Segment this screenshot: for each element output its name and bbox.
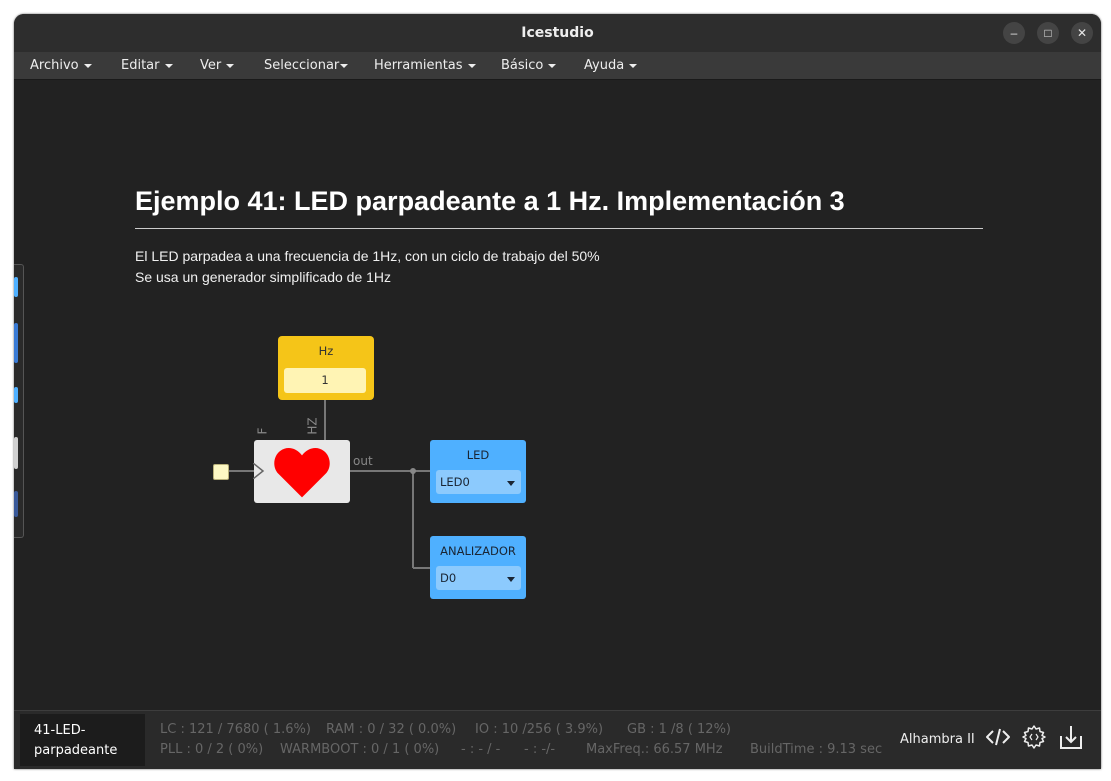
- chevron-down-icon: [507, 481, 515, 486]
- stat-buildtime: BuildTime : 9.13 sec: [750, 742, 883, 757]
- chevron-down-icon: [507, 577, 515, 582]
- stat-ram: RAM : 0 / 32 ( 0.0%): [326, 722, 457, 737]
- title-divider: [135, 228, 983, 229]
- side-tool-icon[interactable]: [14, 277, 18, 297]
- stat-warmboot: WARMBOOT : 0 / 1 ( 0%): [280, 742, 440, 757]
- caret-down-icon: [467, 63, 476, 68]
- menu-label: Básico: [501, 58, 544, 73]
- menu-label: Ayuda: [584, 58, 625, 73]
- caret-down-icon: [164, 63, 173, 68]
- menu-basico[interactable]: Básico: [501, 58, 557, 73]
- hz-value-input[interactable]: 1: [284, 368, 366, 393]
- menu-seleccionar[interactable]: Seleccionar: [264, 58, 349, 73]
- led-pin-value: LED0: [440, 475, 470, 489]
- menu-label: Ver: [200, 58, 222, 73]
- side-tool-icon[interactable]: [14, 387, 18, 403]
- status-bar: 41-LED- parpadeante LC : 121 / 7680 ( 1.…: [14, 710, 1101, 769]
- settings-gear-icon[interactable]: [1020, 723, 1048, 751]
- caret-down-icon: [340, 63, 349, 68]
- menu-label: Archivo: [30, 58, 79, 73]
- side-tool-icon[interactable]: [14, 437, 18, 469]
- description-line-1: El LED parpadea a una frecuencia de 1Hz,…: [135, 248, 600, 264]
- menu-label: Seleccionar: [264, 58, 340, 73]
- stat-io: IO : 10 /256 ( 3.9%): [475, 722, 604, 737]
- side-tool-icon[interactable]: [14, 323, 18, 363]
- menu-editar[interactable]: Editar: [121, 58, 173, 73]
- close-button[interactable]: ✕: [1071, 22, 1093, 44]
- description-line-2: Se usa un generador simplificado de 1Hz: [135, 269, 392, 285]
- caret-down-icon: [226, 63, 235, 68]
- board-selector[interactable]: Alhambra II: [900, 732, 975, 747]
- stat-pll: PLL : 0 / 2 ( 0%): [160, 742, 264, 757]
- analyzer-output-block[interactable]: ANALIZADOR D0: [430, 536, 526, 599]
- title-bar: Icestudio – □ ✕: [14, 14, 1101, 52]
- menu-ayuda[interactable]: Ayuda: [584, 58, 638, 73]
- side-toolbar[interactable]: [14, 264, 24, 538]
- port-label-out: out: [353, 454, 373, 468]
- caret-down-icon: [83, 63, 92, 68]
- port-label-hz: HZ: [305, 417, 320, 435]
- code-icon[interactable]: [984, 723, 1012, 751]
- caret-down-icon: [548, 63, 557, 68]
- led-output-block[interactable]: LED LED0: [430, 440, 526, 503]
- stat-misc-2: - : -/-: [524, 742, 556, 757]
- window-title: Icestudio: [521, 25, 594, 41]
- analyzer-pin-select[interactable]: D0: [436, 566, 521, 590]
- download-icon[interactable]: [1057, 723, 1085, 751]
- maximize-button[interactable]: □: [1037, 22, 1059, 44]
- menu-herramientas[interactable]: Herramientas: [374, 58, 476, 73]
- stat-gb: GB : 1 /8 ( 12%): [627, 722, 731, 737]
- menu-archivo[interactable]: Archivo: [30, 58, 92, 73]
- stat-misc-1: - : - / -: [461, 742, 501, 757]
- project-name: 41-LED- parpadeante: [20, 714, 145, 766]
- analyzer-label: ANALIZADOR: [440, 544, 516, 558]
- wires: [228, 400, 430, 569]
- hz-constant-block[interactable]: Hz 1: [278, 336, 374, 400]
- minimize-button[interactable]: –: [1003, 22, 1025, 44]
- port-label-f: F: [255, 427, 270, 435]
- page-title: Ejemplo 41: LED parpadeante a 1 Hz. Impl…: [135, 186, 845, 216]
- clock-input-icon: [253, 463, 265, 479]
- led-label: LED: [466, 448, 490, 462]
- caret-down-icon: [629, 63, 638, 68]
- wire-junction: [410, 468, 416, 474]
- generator-block[interactable]: [253, 440, 350, 503]
- side-tool-icon[interactable]: [14, 491, 18, 517]
- menu-label: Herramientas: [374, 58, 463, 73]
- led-pin-select[interactable]: LED0: [436, 470, 521, 494]
- menu-ver[interactable]: Ver: [200, 58, 235, 73]
- app-window: Icestudio – □ ✕ Archivo Editar Ver Selec…: [14, 14, 1101, 769]
- heart-icon: [274, 447, 330, 498]
- project-name-line-1: 41-LED-: [34, 723, 86, 738]
- stat-maxfreq: MaxFreq.: 66.57 MHz: [586, 742, 723, 757]
- project-name-line-2: parpadeante: [34, 743, 118, 758]
- menu-bar: Archivo Editar Ver Seleccionar Herramien…: [14, 52, 1101, 80]
- hz-label: Hz: [318, 344, 334, 358]
- menu-label: Editar: [121, 58, 160, 73]
- clock-input-port[interactable]: [213, 464, 229, 480]
- stat-lc: LC : 121 / 7680 ( 1.6%): [160, 722, 311, 737]
- analyzer-pin-value: D0: [440, 571, 457, 585]
